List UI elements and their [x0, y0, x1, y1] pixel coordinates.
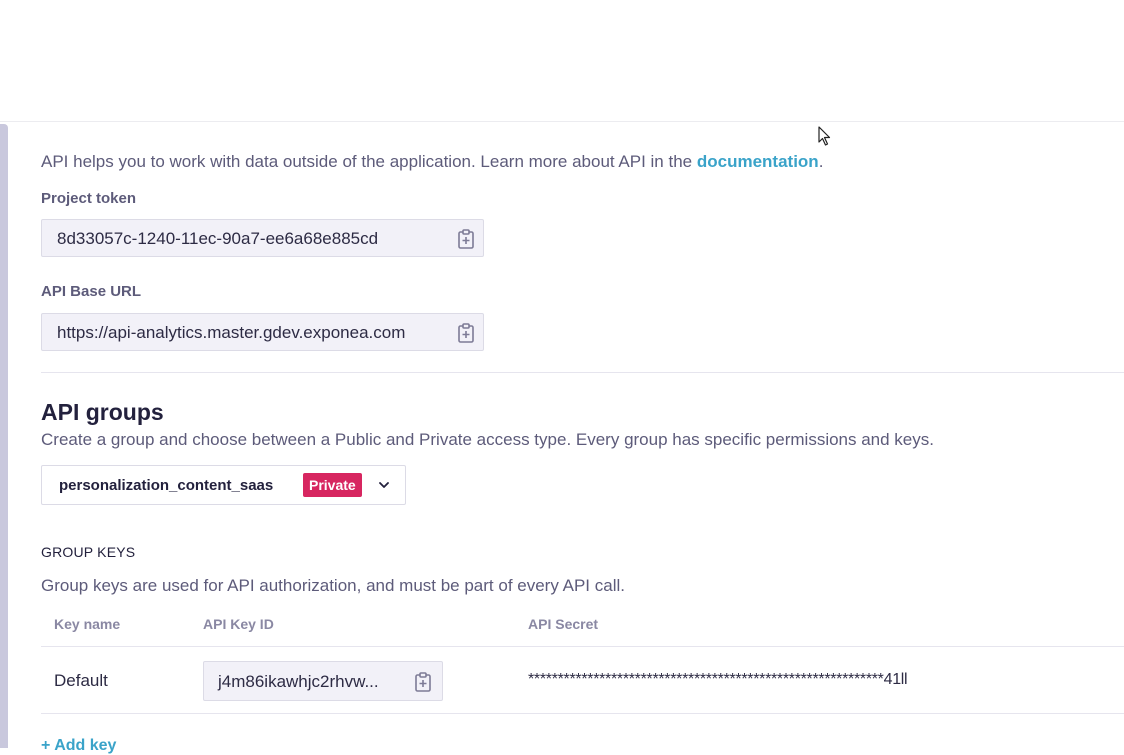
project-token-field[interactable]: 8d33057c-1240-11ec-90a7-ee6a68e885cd [41, 219, 484, 257]
api-secret-value: ****************************************… [528, 671, 908, 688]
project-token-value: 8d33057c-1240-11ec-90a7-ee6a68e885cd [57, 229, 379, 248]
api-base-url-label: API Base URL [41, 283, 142, 300]
api-groups-description: Create a group and choose between a Publ… [41, 430, 934, 449]
api-key-id-field[interactable]: j4m86ikawhjc2rhvw... [203, 661, 443, 701]
api-base-url-field[interactable]: https://api-analytics.master.gdev.expone… [41, 313, 484, 351]
intro-text: API helps you to work with data outside … [41, 152, 697, 171]
api-groups-title: API groups [41, 399, 164, 425]
column-header-api-secret: API Secret [528, 616, 599, 632]
api-base-url-value: https://api-analytics.master.gdev.expone… [57, 323, 406, 342]
top-header-area [0, 0, 1124, 122]
api-settings-panel: API helps you to work with data outside … [41, 121, 1124, 754]
column-header-key-name: Key name [54, 616, 121, 632]
table-row-divider [41, 646, 1124, 647]
add-key-button[interactable]: + Add key [41, 737, 116, 755]
documentation-link[interactable]: documentation [697, 152, 819, 171]
clipboard-copy-icon[interactable] [457, 229, 475, 249]
group-keys-description: Group keys are used for API authorizatio… [41, 576, 625, 595]
section-divider [41, 372, 1124, 373]
group-keys-title: GROUP KEYS [41, 544, 136, 560]
api-key-id-value: j4m86ikawhjc2rhvw... [218, 672, 379, 691]
project-token-label: Project token [41, 190, 137, 207]
selected-group-name: personalization_content_saas [59, 477, 274, 494]
chevron-down-icon[interactable] [377, 478, 391, 492]
api-intro-text: API helps you to work with data outside … [41, 152, 823, 172]
api-group-select[interactable]: personalization_content_saas Private [41, 465, 406, 505]
intro-end: . [818, 152, 824, 171]
table-row-divider [41, 713, 1124, 714]
clipboard-copy-icon[interactable] [457, 323, 475, 343]
access-type-badge: Private [303, 473, 362, 497]
left-sidebar-edge [0, 124, 8, 748]
key-name-cell: Default [54, 671, 108, 690]
column-header-api-key-id: API Key ID [203, 616, 274, 632]
clipboard-copy-icon[interactable] [414, 672, 432, 692]
